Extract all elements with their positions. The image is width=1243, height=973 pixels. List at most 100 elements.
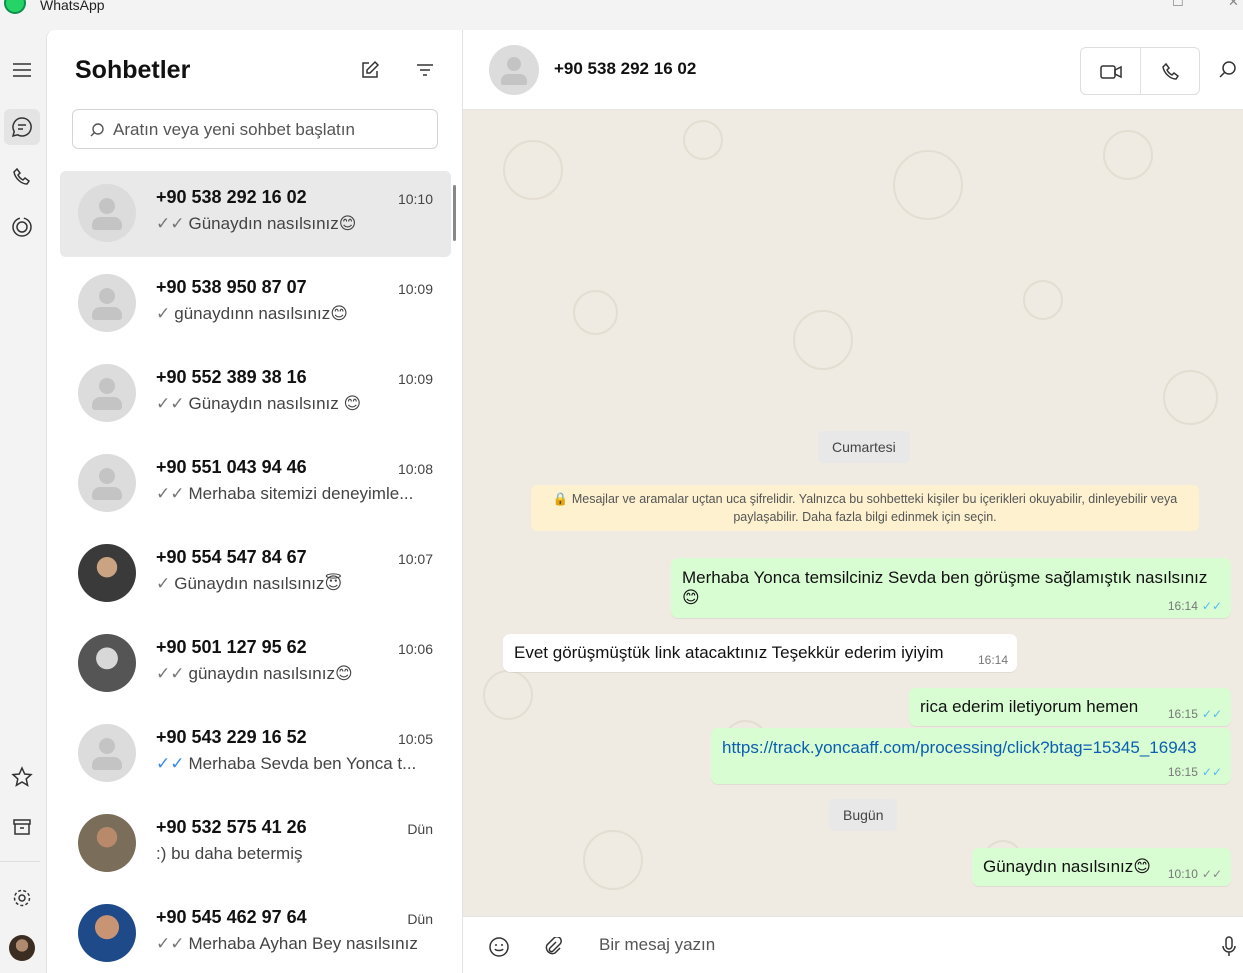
chat-name: +90 501 127 95 62 xyxy=(156,637,307,657)
call-button-group xyxy=(1080,47,1200,95)
message-outgoing[interactable]: rica ederim iletiyorum hemen 16:15 ✓✓ xyxy=(909,688,1231,726)
contact-name[interactable]: +90 538 292 16 02 xyxy=(554,59,696,79)
message-outgoing[interactable]: https://track.yoncaaff.com/processing/cl… xyxy=(711,728,1231,784)
chat-preview: ✓✓ Merhaba Sevda ben Yonca t... xyxy=(156,754,417,773)
chat-name: +90 545 462 97 64 xyxy=(156,907,307,927)
message-meta: 16:14 xyxy=(977,653,1008,667)
avatar xyxy=(78,454,136,512)
rail-divider xyxy=(0,861,40,862)
chat-preview: :) bu daha betermiş xyxy=(156,844,303,863)
day-separator: Bugün xyxy=(829,799,898,831)
chat-time: 10:07 xyxy=(397,551,433,567)
encryption-notice[interactable]: 🔒 Mesajlar ve aramalar uçtan uca şifreli… xyxy=(531,485,1199,531)
message-meta: 16:15 ✓✓ xyxy=(1167,765,1222,779)
nav-rail xyxy=(0,30,46,973)
read-receipt-icon: ✓✓ xyxy=(1201,599,1222,613)
chat-item[interactable]: +90 532 575 41 26 Dün :) bu daha betermi… xyxy=(60,801,451,887)
calls-icon[interactable] xyxy=(4,159,40,195)
message-text: Merhaba Yonca temsilciniz Sevda ben görü… xyxy=(682,568,1208,607)
app-title: WhatsApp xyxy=(40,0,105,13)
avatar xyxy=(78,364,136,422)
chat-time: 10:09 xyxy=(397,281,433,297)
search-placeholder: Aratın veya yeni sohbet başlatın xyxy=(113,120,355,139)
message-outgoing[interactable]: Günaydın nasılsınız😊 10:10 ✓✓ xyxy=(972,848,1231,886)
chat-preview: ✓✓ günaydın nasılsınız😊 xyxy=(156,664,353,683)
video-call-icon[interactable] xyxy=(1099,60,1123,84)
chat-name: +90 538 292 16 02 xyxy=(156,187,307,207)
chat-preview: ✓ Günaydın nasılsınız😇 xyxy=(156,574,343,593)
conversation-header[interactable]: +90 538 292 16 02 xyxy=(463,30,1243,110)
chat-item[interactable]: +90 552 389 38 16 10:09 ✓✓ Günaydın nasıl… xyxy=(60,351,451,437)
avatar xyxy=(78,184,136,242)
chat-time: Dün xyxy=(407,911,433,927)
chat-time: 10:08 xyxy=(397,461,433,477)
message-meta: 16:14 ✓✓ xyxy=(1167,599,1222,613)
read-receipt-icon: ✓✓ xyxy=(1201,765,1222,779)
sent-tick-icon: ✓ xyxy=(156,574,171,593)
chat-name: +90 543 229 16 52 xyxy=(156,727,307,747)
emoji-icon[interactable] xyxy=(487,935,511,959)
chat-item[interactable]: +90 554 547 84 67 10:07 ✓ Günaydın nasıls… xyxy=(60,531,451,617)
status-icon[interactable] xyxy=(4,209,40,245)
chat-time: 10:06 xyxy=(397,641,433,657)
profile-avatar[interactable] xyxy=(4,930,40,966)
chat-list-title: Sohbetler xyxy=(75,56,191,84)
message-input[interactable]: Bir mesaj yazın xyxy=(599,935,715,955)
message-meta: 10:10 ✓✓ xyxy=(1167,867,1222,881)
chat-time: 10:05 xyxy=(397,731,433,747)
chat-preview: ✓ günaydınn nasılsınız😊 xyxy=(156,304,348,323)
message-link[interactable]: https://track.yoncaaff.com/processing/cl… xyxy=(722,738,1197,758)
chat-item[interactable]: +90 551 043 94 46 10:08 ✓✓ Merhaba sitemi… xyxy=(60,441,451,527)
chat-item[interactable]: +90 538 292 16 02 10:10 ✓✓ Günaydın nasıl… xyxy=(60,171,451,257)
chat-item[interactable]: +90 545 462 97 64 Dün ✓✓ Merhaba Ayhan Be… xyxy=(60,891,451,973)
chat-name: +90 551 043 94 46 xyxy=(156,457,307,477)
read-tick-icon: ✓✓ xyxy=(156,484,185,503)
chat-item[interactable]: +90 543 229 16 52 10:05 ✓✓ Merhaba Sevda … xyxy=(60,711,451,797)
conversation-panel: +90 538 292 16 02 Cumartesi 🔒 Mesajlar v… xyxy=(463,30,1243,973)
read-tick-icon: ✓✓ xyxy=(156,394,185,413)
chat-preview: ✓✓ Merhaba sitemizi deneyimle... xyxy=(156,484,414,503)
avatar xyxy=(78,274,136,332)
call-separator xyxy=(1140,48,1141,94)
chat-preview: ✓✓ Merhaba Ayhan Bey nasılsınız xyxy=(156,934,418,953)
delivered-receipt-icon: ✓✓ xyxy=(1201,867,1222,881)
archive-icon[interactable] xyxy=(4,809,40,845)
message-text: rica ederim iletiyorum hemen xyxy=(920,697,1139,716)
chats-icon[interactable] xyxy=(4,109,40,145)
avatar xyxy=(78,904,136,962)
search-icon xyxy=(89,122,105,143)
settings-icon[interactable] xyxy=(4,880,40,916)
close-icon[interactable]: ✕ xyxy=(1228,0,1239,10)
search-input[interactable]: Aratın veya yeni sohbet başlatın xyxy=(72,109,438,149)
contact-avatar[interactable] xyxy=(489,45,539,95)
attach-icon[interactable] xyxy=(541,935,565,959)
chat-time: Dün xyxy=(407,821,433,837)
chat-name: +90 538 950 87 07 xyxy=(156,277,307,297)
filter-icon[interactable] xyxy=(413,58,437,82)
microphone-icon[interactable] xyxy=(1217,935,1241,959)
message-incoming[interactable]: Evet görüşmüştük link atacaktınız Teşekk… xyxy=(503,634,1017,672)
chat-preview: ✓✓ Günaydın nasılsınız 😊 xyxy=(156,394,362,413)
voice-call-icon[interactable] xyxy=(1159,60,1183,84)
menu-icon[interactable] xyxy=(4,52,40,88)
chat-item[interactable]: +90 501 127 95 62 10:06 ✓✓ günaydın nasıl… xyxy=(60,621,451,707)
search-icon[interactable] xyxy=(1219,60,1237,83)
chat-list-scrollbar[interactable] xyxy=(453,185,456,241)
message-outgoing[interactable]: Merhaba Yonca temsilciniz Sevda ben görü… xyxy=(671,558,1231,618)
read-tick-icon: ✓✓ xyxy=(156,214,185,233)
chat-time: 10:10 xyxy=(397,191,433,207)
new-chat-icon[interactable] xyxy=(358,58,382,82)
message-meta: 16:15 ✓✓ xyxy=(1167,707,1222,721)
chat-list-panel: Sohbetler Aratın veya yeni sohbet başlat… xyxy=(46,30,463,973)
avatar xyxy=(78,724,136,782)
read-receipt-icon: ✓✓ xyxy=(1201,707,1222,721)
chat-preview: ✓✓ Günaydın nasılsınız😊 xyxy=(156,214,357,233)
maximize-icon[interactable]: ☐ xyxy=(1172,0,1184,10)
chat-item[interactable]: +90 538 950 87 07 10:09 ✓ günaydınn nasıl… xyxy=(60,261,451,347)
read-tick-icon: ✓✓ xyxy=(156,754,185,773)
avatar xyxy=(78,544,136,602)
message-text: Günaydın nasılsınız😊 xyxy=(983,857,1151,876)
avatar xyxy=(78,814,136,872)
starred-icon[interactable] xyxy=(4,759,40,795)
title-bar: WhatsApp ☐ ✕ xyxy=(0,0,1243,30)
